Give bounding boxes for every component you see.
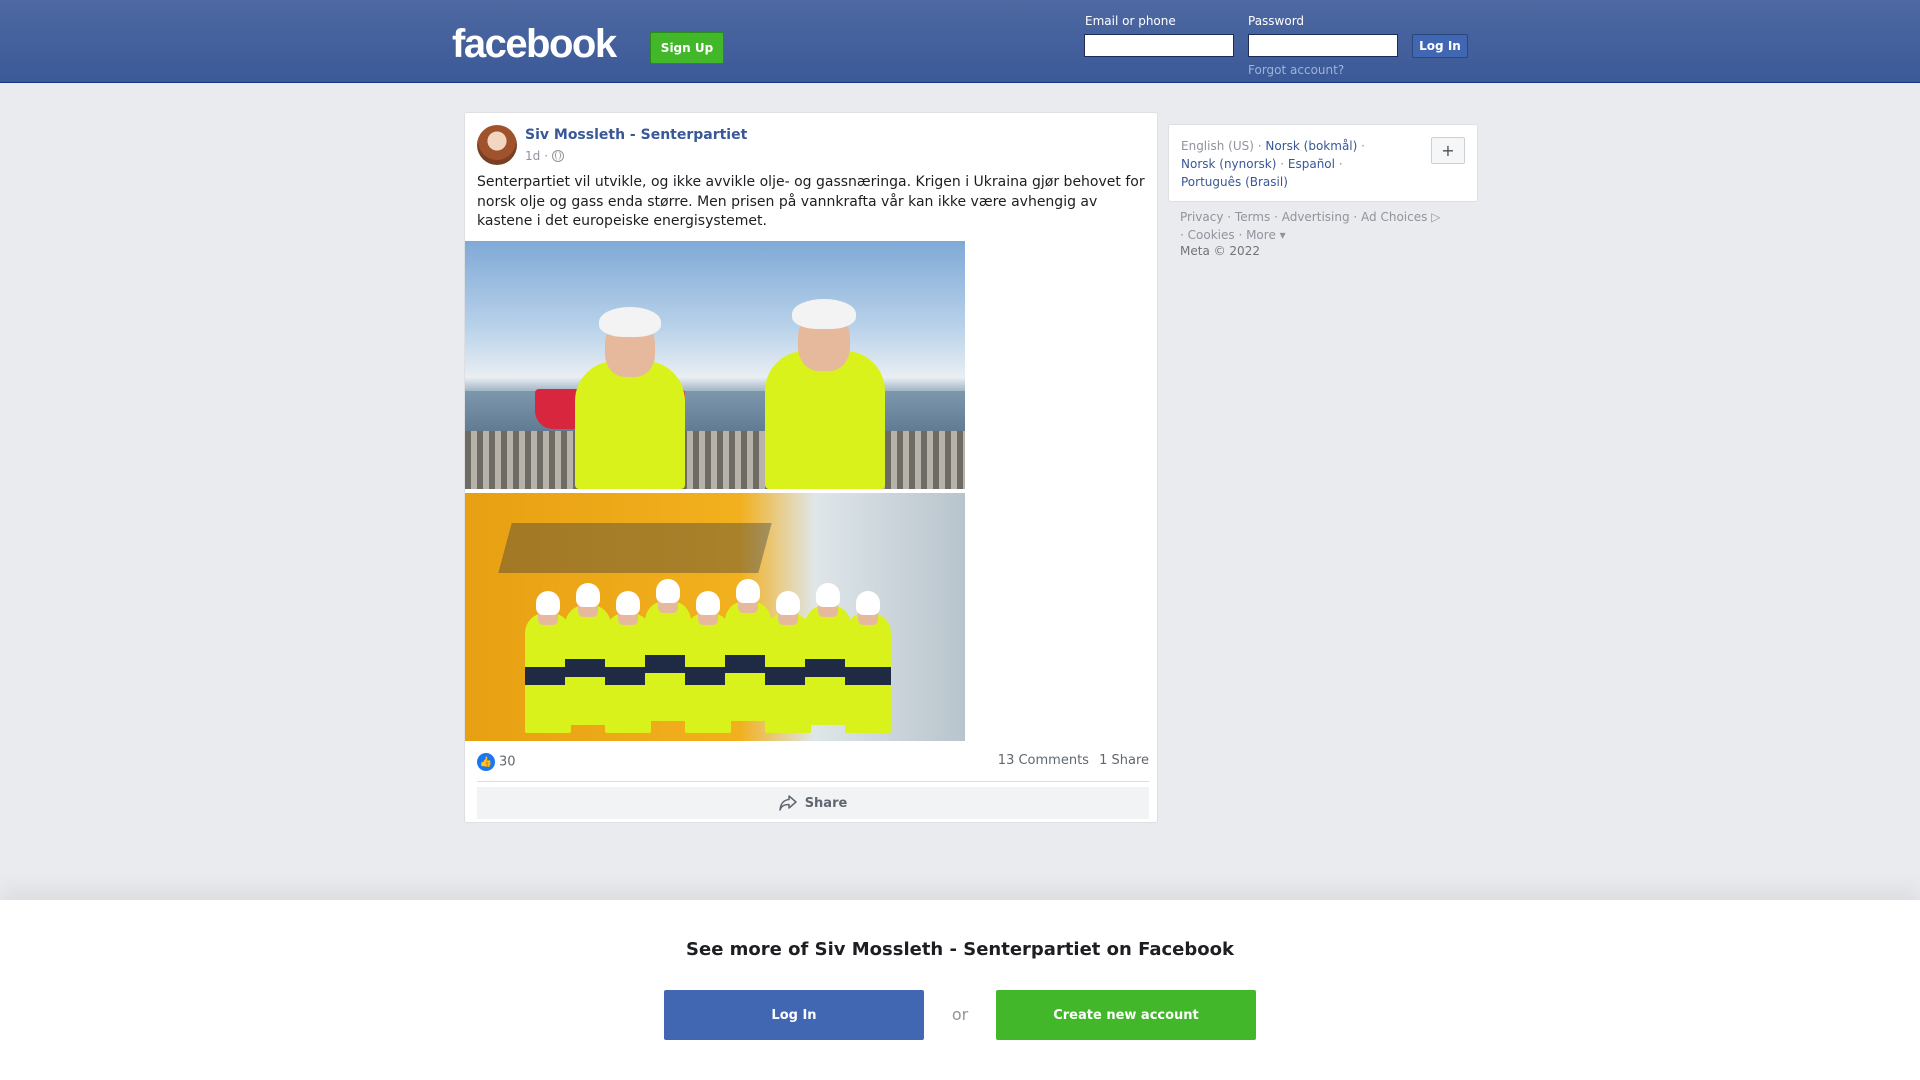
ad-choices-icon: ▷ bbox=[1427, 210, 1441, 224]
or-label: or bbox=[951, 1005, 969, 1024]
post-photo-1[interactable] bbox=[465, 241, 965, 489]
crowd-helmet bbox=[856, 591, 880, 615]
language-list: English (US) · Norsk (bokmål) · Norsk (n… bbox=[1181, 139, 1365, 189]
post-photo-2[interactable] bbox=[465, 493, 965, 741]
footer-link-more[interactable]: More bbox=[1246, 228, 1276, 242]
login-prompt-title: See more of Siv Mossleth - Senterpartiet… bbox=[686, 939, 1234, 960]
post-card: Siv Mossleth - Senterpartiet 1d · Senter… bbox=[464, 112, 1158, 823]
password-field[interactable] bbox=[1248, 34, 1398, 57]
footer-link-terms[interactable]: Terms bbox=[1235, 210, 1270, 224]
comment-count[interactable]: 13 Comments bbox=[998, 753, 1089, 768]
post-meta: 1d · bbox=[525, 149, 565, 163]
facebook-logo[interactable]: facebook bbox=[452, 22, 617, 67]
email-field[interactable] bbox=[1084, 34, 1234, 57]
crowd-helmet bbox=[576, 583, 600, 607]
person-right bbox=[765, 351, 885, 489]
crowd-helmet bbox=[776, 591, 800, 615]
footer-links: Privacy · Terms · Advertising · Ad Choic… bbox=[1180, 210, 1441, 242]
login-prompt-panel: See more of Siv Mossleth - Senterpartiet… bbox=[0, 900, 1920, 1080]
like-count: 30 bbox=[499, 754, 516, 770]
footer-link-ad-choices[interactable]: Ad Choices bbox=[1361, 210, 1427, 224]
share-icon bbox=[778, 795, 797, 811]
footer-link-cookies[interactable]: Cookies bbox=[1188, 228, 1235, 242]
bottom-log-in-button[interactable]: Log In bbox=[664, 990, 924, 1040]
sign-lettering bbox=[498, 523, 772, 573]
helmet-right bbox=[792, 299, 856, 329]
crowd-helmet bbox=[736, 579, 760, 603]
forgot-account-link[interactable]: Forgot account? bbox=[1248, 63, 1344, 77]
crowd-helmet bbox=[616, 591, 640, 615]
reactions[interactable]: 👍 30 bbox=[477, 753, 516, 771]
post-stats: 👍 30 13 Comments 1 Share bbox=[477, 753, 1149, 771]
crowd-helmet bbox=[656, 579, 680, 603]
copyright: Meta © 2022 bbox=[1180, 244, 1260, 258]
post-time[interactable]: 1d bbox=[525, 149, 540, 163]
engagement-counts: 13 Comments 1 Share bbox=[992, 753, 1149, 771]
helmet-left bbox=[599, 307, 661, 337]
log-in-button[interactable]: Log In bbox=[1412, 34, 1468, 58]
email-label: Email or phone bbox=[1085, 14, 1176, 28]
person-left bbox=[575, 361, 685, 489]
post-text: Senterpartiet vil utvikle, og ikke avvik… bbox=[477, 174, 1145, 229]
railing bbox=[465, 431, 965, 489]
crowd-helmet bbox=[816, 583, 840, 607]
avatar[interactable] bbox=[477, 125, 517, 165]
meta-separator: · bbox=[544, 149, 549, 163]
like-icon: 👍 bbox=[477, 753, 495, 771]
share-label: Share bbox=[804, 795, 848, 811]
language-link[interactable]: Español bbox=[1288, 157, 1335, 171]
top-navbar: facebook Sign Up Email or phone Password… bbox=[0, 0, 1920, 83]
caret-down-icon: ▾ bbox=[1275, 228, 1286, 242]
language-link[interactable]: Norsk (nynorsk) bbox=[1181, 157, 1276, 171]
sign-up-button[interactable]: Sign Up bbox=[650, 32, 724, 64]
share-count[interactable]: 1 Share bbox=[1099, 753, 1149, 768]
post-author[interactable]: Siv Mossleth - Senterpartiet bbox=[525, 127, 747, 143]
footer-link-privacy[interactable]: Privacy bbox=[1180, 210, 1223, 224]
more-languages-button[interactable]: + bbox=[1431, 137, 1465, 164]
crowd-person bbox=[845, 613, 891, 733]
crowd-helmet bbox=[536, 591, 560, 615]
language-link[interactable]: Português (Brasil) bbox=[1181, 175, 1288, 189]
current-language: English (US) bbox=[1181, 139, 1254, 153]
language-link[interactable]: Norsk (bokmål) bbox=[1265, 139, 1357, 153]
language-selector: English (US) · Norsk (bokmål) · Norsk (n… bbox=[1168, 124, 1478, 202]
create-account-button[interactable]: Create new account bbox=[996, 990, 1256, 1040]
crowd-helmet bbox=[696, 591, 720, 615]
share-button[interactable]: Share bbox=[477, 787, 1149, 819]
footer-link-advertising[interactable]: Advertising bbox=[1282, 210, 1350, 224]
password-label: Password bbox=[1248, 14, 1305, 28]
divider bbox=[477, 781, 1149, 782]
globe-icon bbox=[552, 150, 565, 162]
